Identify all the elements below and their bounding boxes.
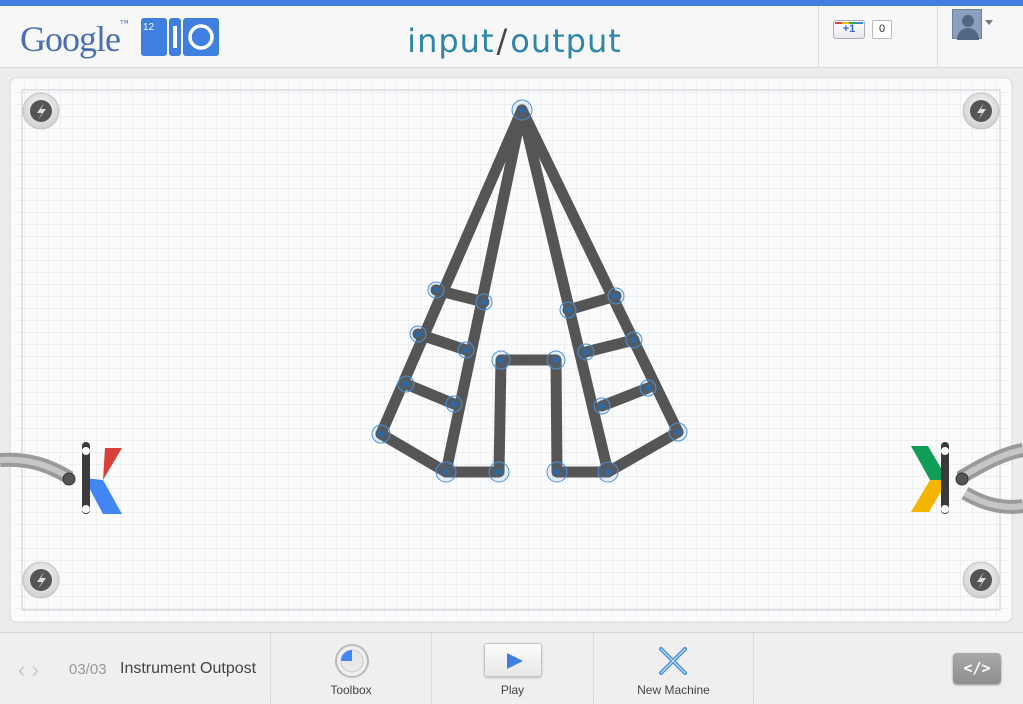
plus-one-area: +1 0 [818,6,938,68]
bolt-screw-icon [22,92,60,130]
chevron-down-icon[interactable] [985,20,993,25]
chevron-left-icon[interactable]: ‹ [18,657,25,682]
google-logo[interactable]: Google™ [20,18,129,60]
toolbox-button[interactable]: Toolbox [270,633,431,704]
toolbox-icon [335,644,369,678]
new-machine-icon [659,647,687,675]
machine-board[interactable] [0,68,1023,632]
plus-one-button[interactable]: +1 [833,20,865,39]
level-title: Instrument Outpost [120,660,257,677]
board-canvas[interactable] [0,68,1023,632]
io-12-logo[interactable]: 12 [141,18,219,56]
new-machine-button[interactable]: New Machine [593,633,754,704]
level-nav: ‹ › [18,657,39,683]
input-output-title: input / output [407,21,622,60]
plus-one-count: 0 [872,20,892,39]
code-view-button[interactable]: </> [953,653,1001,684]
level-number: 03/03 [69,661,107,678]
bolt-screw-icon [962,561,1000,599]
play-button[interactable]: Play [431,633,593,704]
bolt-screw-icon [962,92,1000,130]
bolt-screw-icon [22,561,60,599]
play-icon [484,643,542,677]
chevron-right-icon[interactable]: › [31,657,38,682]
footer-toolbar: ‹ › 03/03 Instrument Outpost Toolbox Pla… [0,632,1023,704]
user-avatar[interactable] [952,9,982,40]
